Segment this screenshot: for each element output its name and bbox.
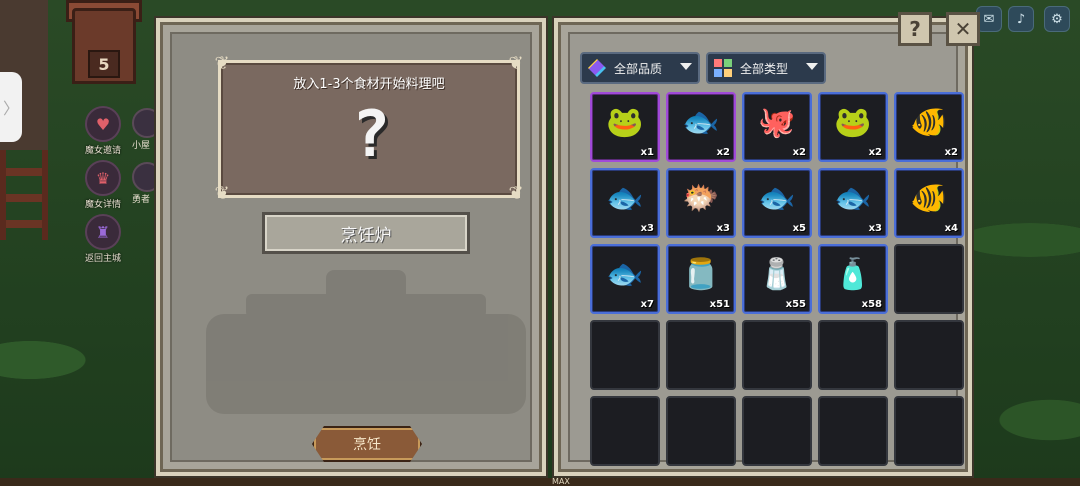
witch-details-button[interactable]: ♛ 魔女详情 (80, 160, 126, 210)
inventory-slot-empty[interactable] (894, 320, 964, 390)
ornament-icon: ❦ (214, 183, 230, 204)
inventory-slot-salt-pouch[interactable]: 🧂 x55 (742, 244, 812, 314)
inventory-slot-pink-octopus[interactable]: 🐙 x2 (742, 92, 812, 162)
green-frog-icon: 🐸 (834, 105, 872, 141)
inventory-slot-empty[interactable] (818, 320, 888, 390)
inventory-slot-empty[interactable] (590, 320, 660, 390)
item-count: x58 (861, 299, 882, 310)
pink-octopus-icon: 🐙 (758, 105, 796, 141)
max-label: MAX (552, 477, 570, 486)
ornament-icon: ❦ (508, 183, 524, 204)
inventory-panel-body: 全部品质 全部类型 🐸 x1 🐟 x2 🐙 x2 🐸 x2 🐠 x2 🐟 x3 🐡 x3 🐟 x5 🐟 x3 🐠 x4… (568, 32, 964, 466)
item-count: x51 (709, 299, 730, 310)
item-count: x4 (944, 223, 958, 234)
item-count: x7 (640, 299, 654, 310)
goldfish-icon: 🐠 (910, 181, 948, 217)
blue-fish-icon: 🐟 (606, 181, 644, 217)
golden-fish-icon: 🐠 (910, 105, 948, 141)
inventory-slot-brown-fish[interactable]: 🐟 x5 (742, 168, 812, 238)
quality-filter-dropdown[interactable]: 全部品质 (580, 52, 700, 84)
item-count: x3 (868, 223, 882, 234)
type-grid-icon (714, 59, 732, 77)
item-count: x2 (792, 147, 806, 158)
brown-fish-icon: 🐟 (758, 181, 796, 217)
inventory-slot-grey-fish[interactable]: 🐟 x7 (590, 244, 660, 314)
cabin-button[interactable]: 小屋 (132, 108, 158, 151)
house-number-sign: 5 (88, 50, 120, 78)
close-button[interactable]: ✕ (946, 12, 980, 46)
inventory-slot-green-frog[interactable]: 🐸 x1 (590, 92, 660, 162)
item-count: x5 (792, 223, 806, 234)
item-count: x3 (716, 223, 730, 234)
inventory-slot-blue-fish[interactable]: 🐟 x2 (666, 92, 736, 162)
cooking-pot-silhouette (206, 270, 526, 420)
item-count: x2 (944, 147, 958, 158)
help-button[interactable]: ? (898, 12, 932, 46)
question-mark-icon: ? (351, 98, 391, 172)
hero-button[interactable]: 勇者 (132, 162, 158, 205)
inventory-slot-silver-fish[interactable]: 🐟 x3 (818, 168, 888, 238)
inventory-slot-oil-bottle[interactable]: 🧴 x58 (818, 244, 888, 314)
side-button-label: 小屋 (132, 141, 151, 151)
witch-invite-button[interactable]: ♥ 魔女邀请 (80, 106, 126, 156)
salt-pouch-icon: 🧂 (758, 257, 796, 293)
pot-body (206, 314, 526, 414)
inventory-slot-empty[interactable] (666, 320, 736, 390)
green-frog-icon: 🐸 (606, 105, 644, 141)
heart-mail-icon: ♥ (85, 106, 121, 142)
ingredient-inventory-panel: 全部品质 全部类型 🐸 x1 🐟 x2 🐙 x2 🐸 x2 🐠 x2 🐟 x3 🐡 x3 🐟 x5 🐟 x3 🐠 x4… (554, 12, 980, 476)
stove-label: 烹饪炉 (262, 212, 470, 254)
inventory-slot-green-frog[interactable]: 🐸 x2 (818, 92, 888, 162)
side-button-label: 返回主城 (84, 254, 121, 264)
ingredient-drop-area[interactable]: ❦ ❦ ❦ ❦ 放入1-3个食材开始料理吧 ? (214, 53, 523, 204)
cooking-panel: ❦ ❦ ❦ ❦ 放入1-3个食材开始料理吧 ? 烹饪炉 烹饪 (156, 18, 546, 476)
silver-fish-icon: 🐟 (834, 181, 872, 217)
inventory-slot-milk-jar[interactable]: 🫙 x51 (666, 244, 736, 314)
item-count: x55 (785, 299, 806, 310)
type-filter-dropdown[interactable]: 全部类型 (706, 52, 826, 84)
wooden-fence (0, 150, 48, 240)
side-expand-tab[interactable]: 〉 (0, 72, 22, 142)
inventory-slot-empty[interactable] (742, 320, 812, 390)
side-button-label: 魔女邀请 (84, 146, 121, 156)
milk-jar-icon: 🫙 (682, 257, 720, 293)
inventory-slot-empty[interactable] (590, 396, 660, 466)
cabin-icon (132, 108, 158, 138)
inventory-slot-goldfish[interactable]: 🐠 x4 (894, 168, 964, 238)
pufferfish-icon: 🐡 (682, 181, 720, 217)
side-button-label: 魔女详情 (84, 200, 121, 210)
quality-filter-label: 全部品质 (614, 61, 663, 76)
cooking-prompt: 放入1-3个食材开始料理吧 (293, 77, 445, 92)
chevron-down-icon (680, 63, 692, 70)
hero-icon (132, 162, 158, 192)
inventory-slot-empty[interactable] (894, 396, 964, 466)
witch-portrait-icon: ♛ (85, 160, 121, 196)
cook-button[interactable]: 烹饪 (312, 426, 422, 462)
cooking-panel-body: ❦ ❦ ❦ ❦ 放入1-3个食材开始料理吧 ? 烹饪炉 烹饪 (170, 32, 532, 462)
inventory-slot-empty[interactable] (742, 396, 812, 466)
quality-gem-icon (588, 59, 606, 77)
inventory-grid: 🐸 x1 🐟 x2 🐙 x2 🐸 x2 🐠 x2 🐟 x3 🐡 x3 🐟 x5 🐟 x3 🐠 x4 🐟 x7 🫙 x51 🧂 x5… (590, 92, 964, 466)
inventory-slot-golden-fish[interactable]: 🐠 x2 (894, 92, 964, 162)
inventory-slot-pufferfish[interactable]: 🐡 x3 (666, 168, 736, 238)
grey-fish-icon: 🐟 (606, 257, 644, 293)
item-count: x1 (640, 147, 654, 158)
speaker-icon[interactable]: ♪ (1008, 6, 1034, 32)
item-count: x2 (716, 147, 730, 158)
blue-fish-icon: 🐟 (682, 105, 720, 141)
chevron-down-icon (806, 63, 818, 70)
inventory-slot-empty[interactable] (894, 244, 964, 314)
castle-icon: ♜ (85, 214, 121, 250)
type-filter-label: 全部类型 (740, 61, 789, 76)
bottom-bar (0, 478, 1080, 486)
inventory-slot-blue-fish[interactable]: 🐟 x3 (590, 168, 660, 238)
side-button-label: 勇者 (132, 195, 151, 205)
item-count: x3 (640, 223, 654, 234)
inventory-slot-empty[interactable] (818, 396, 888, 466)
oil-bottle-icon: 🧴 (834, 257, 872, 293)
settings-icon[interactable]: ⚙ (1044, 6, 1070, 32)
item-count: x2 (868, 147, 882, 158)
return-to-city-button[interactable]: ♜ 返回主城 (80, 214, 126, 264)
inventory-slot-empty[interactable] (666, 396, 736, 466)
